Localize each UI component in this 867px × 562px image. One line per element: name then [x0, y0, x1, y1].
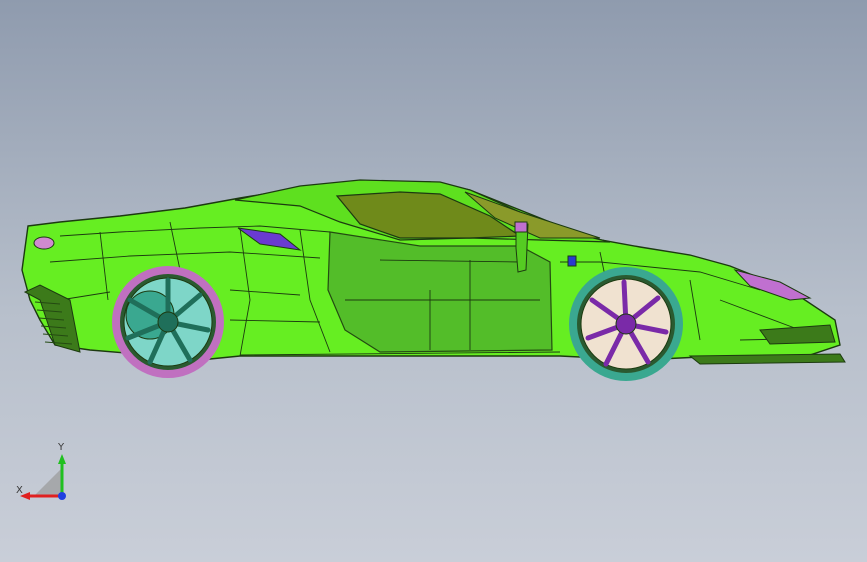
mirror-cap [514, 221, 528, 233]
cad-viewport[interactable]: X Y [0, 0, 867, 562]
x-axis-label: X [16, 485, 23, 496]
y-axis-arrow [58, 454, 66, 464]
z-axis-dot [58, 492, 66, 500]
front-wheel [569, 267, 683, 381]
y-axis-label: Y [58, 442, 65, 453]
rear-wheel [112, 266, 224, 378]
door-handle [567, 255, 577, 267]
tail-light [33, 236, 55, 250]
axis-triad [20, 454, 66, 500]
front-splitter [688, 353, 846, 365]
triad-plane [34, 468, 62, 496]
car-3d-model[interactable] [0, 0, 867, 562]
